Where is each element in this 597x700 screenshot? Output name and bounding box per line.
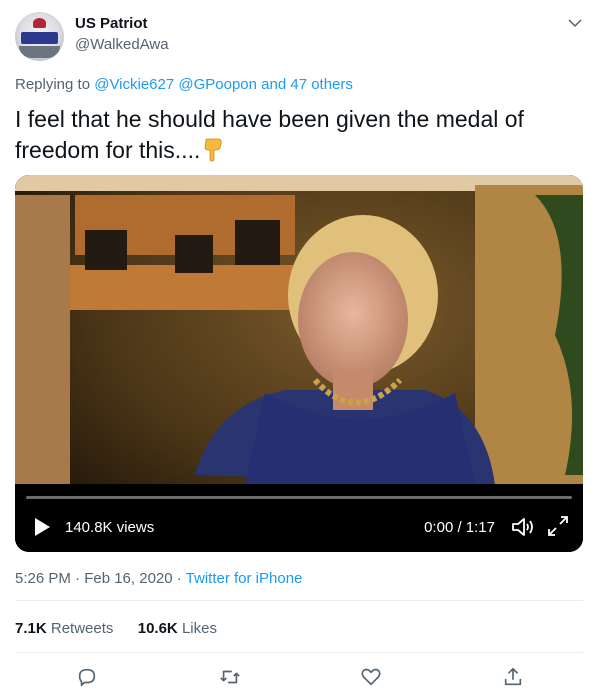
divider: [15, 652, 583, 653]
tweet-text: I feel that he should have been given th…: [15, 104, 575, 166]
fullscreen-icon[interactable]: [547, 515, 569, 537]
likes-count: 10.6K: [137, 620, 178, 637]
video-progress-bar[interactable]: [26, 496, 572, 499]
likes-label: Likes: [181, 620, 217, 637]
likes-stat[interactable]: 10.6K Likes: [138, 620, 217, 637]
retweets-label: Retweets: [50, 620, 114, 637]
tweet-timestamp[interactable]: 5:26 PM · Feb 16, 2020 ·: [15, 570, 186, 587]
tweet-body: I feel that he should have been given th…: [15, 106, 524, 163]
tweet-source-link[interactable]: Twitter for iPhone: [186, 570, 303, 587]
share-icon[interactable]: [502, 666, 524, 688]
avatar[interactable]: [15, 12, 64, 61]
chevron-down-icon[interactable]: [566, 14, 584, 32]
action-bar: [0, 660, 597, 694]
engagement-stats: 7.1K Retweets 10.6K Likes: [15, 620, 217, 637]
divider: [15, 600, 583, 601]
avatar-banner: [21, 32, 58, 44]
play-icon[interactable]: [33, 517, 51, 537]
reply-mentions-link[interactable]: @Vickie627 @GPoopon and 47 others: [94, 76, 353, 93]
retweets-stat[interactable]: 7.1K Retweets: [15, 620, 113, 637]
video-controls: 140.8K views 0:00 / 1:17: [15, 484, 583, 552]
author-handle[interactable]: @WalkedAwa: [75, 36, 169, 53]
avatar-emblem: [33, 18, 46, 28]
volume-icon[interactable]: [511, 516, 535, 538]
retweet-icon[interactable]: [219, 666, 241, 688]
video-time: 0:00 / 1:17: [424, 519, 495, 536]
avatar-base: [19, 46, 60, 58]
author-name[interactable]: US Patriot: [75, 15, 148, 32]
tweet-meta: 5:26 PM · Feb 16, 2020 · Twitter for iPh…: [15, 570, 302, 587]
video-player[interactable]: 140.8K views 0:00 / 1:17: [15, 175, 583, 552]
like-icon[interactable]: [360, 666, 382, 688]
retweets-count: 7.1K: [15, 620, 47, 637]
reply-context: Replying to @Vickie627 @GPoopon and 47 o…: [15, 76, 353, 93]
view-count: 140.8K views: [65, 519, 155, 536]
reply-icon[interactable]: [76, 666, 98, 688]
pointing-down-emoji-icon: [204, 138, 223, 162]
reply-prefix: Replying to: [15, 76, 91, 93]
